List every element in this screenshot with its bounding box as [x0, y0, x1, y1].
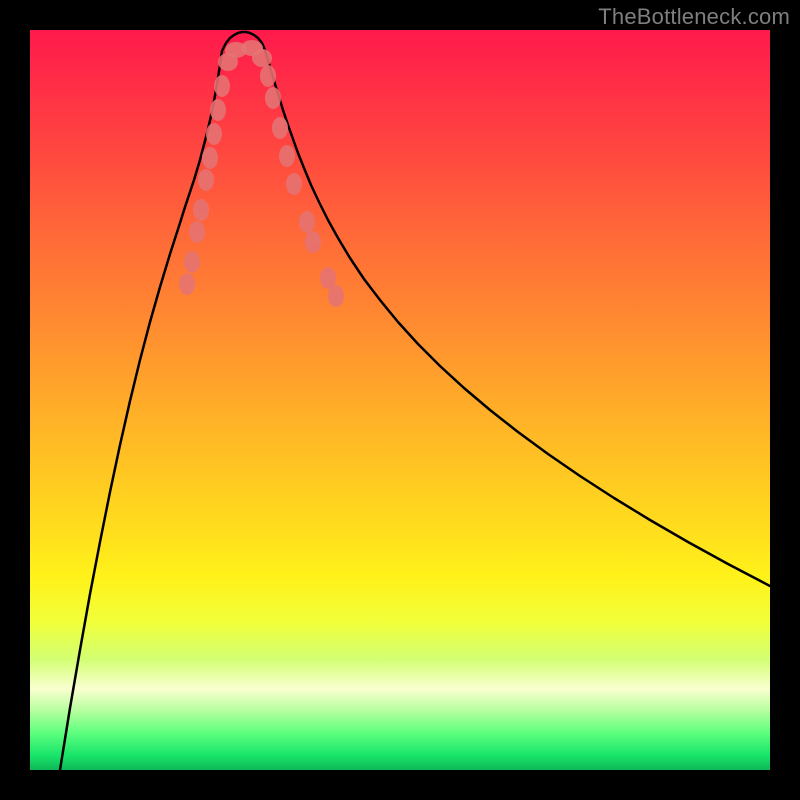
data-marker	[286, 173, 302, 195]
data-marker	[179, 273, 195, 295]
chart-svg	[30, 30, 770, 770]
data-marker	[202, 147, 218, 169]
data-marker	[279, 145, 295, 167]
bottleneck-curve	[60, 32, 770, 770]
watermark-text: TheBottleneck.com	[598, 4, 790, 30]
data-marker	[299, 211, 315, 233]
data-marker	[210, 99, 226, 121]
chart-plot-area	[30, 30, 770, 770]
data-markers	[179, 40, 344, 307]
data-marker	[305, 231, 321, 253]
data-marker	[272, 117, 288, 139]
data-marker	[193, 199, 209, 221]
data-marker	[198, 169, 214, 191]
curve-path	[60, 32, 770, 770]
data-marker	[214, 75, 230, 97]
data-marker	[206, 123, 222, 145]
data-marker	[260, 65, 276, 87]
data-marker	[252, 49, 272, 67]
data-marker	[328, 285, 344, 307]
chart-frame: TheBottleneck.com	[0, 0, 800, 800]
data-marker	[184, 251, 200, 273]
data-marker	[265, 87, 281, 109]
data-marker	[189, 221, 205, 243]
